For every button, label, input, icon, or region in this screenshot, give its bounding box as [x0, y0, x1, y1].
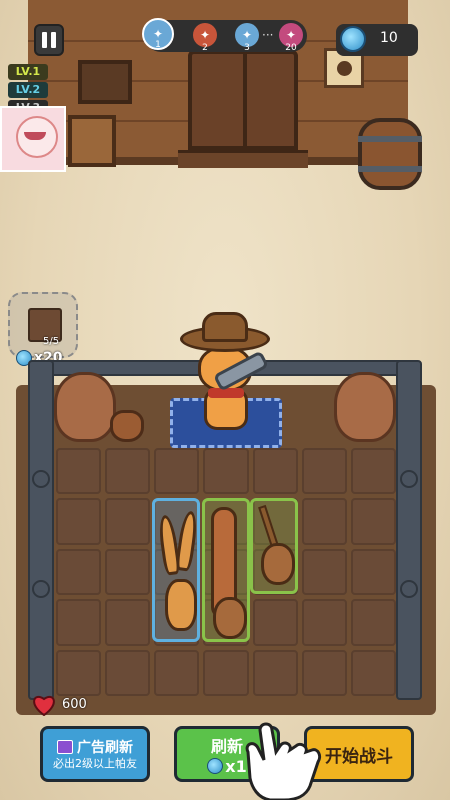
- wave-separator: ···: [262, 28, 274, 42]
- gem-icon: [207, 758, 224, 774]
- grid-cell[interactable]: [252, 599, 298, 646]
- wave-number: 20: [285, 43, 297, 53]
- start-battle-label: 开始战斗: [325, 746, 393, 767]
- grid-cell[interactable]: [105, 649, 151, 696]
- saloon-steps: [178, 150, 308, 168]
- bolt: [32, 470, 50, 488]
- gem-counter: 10: [336, 24, 418, 56]
- wave-number: 2: [202, 43, 208, 53]
- grid-cell[interactable]: [105, 548, 151, 596]
- grid-cell[interactable]: [56, 548, 102, 596]
- bird-icon: ✦ 3: [235, 23, 259, 53]
- wave-progress: ✦ 1 ✦ 2 ✦ 3 ··· ✦ 20: [142, 18, 307, 53]
- beaver-axe-unit[interactable]: [250, 498, 298, 594]
- game-scene: ✦1 ✦2 ✦3 ··· ✦20 10 LV.1 LV.2 LV.3 5/5 x…: [0, 0, 450, 800]
- grid-cell[interactable]: [350, 649, 396, 696]
- clay-pot: [110, 410, 144, 442]
- skull-boss-icon: ✦ 20: [279, 23, 303, 53]
- grid-cell[interactable]: [350, 448, 396, 495]
- video-ad-icon: [57, 740, 73, 754]
- gem-icon: [340, 26, 366, 52]
- grid-cell[interactable]: [350, 599, 396, 646]
- grid-cell[interactable]: [154, 649, 200, 696]
- pointer-hand-icon: [245, 722, 322, 800]
- grid-cell[interactable]: [56, 649, 102, 696]
- ad-refresh-title: 广告刷新: [77, 740, 133, 756]
- player-avatar[interactable]: [0, 106, 66, 172]
- gem-count: 10: [380, 30, 398, 46]
- grid-cell[interactable]: [301, 548, 347, 596]
- backpack-capacity: 5/5: [43, 336, 60, 347]
- pause-button[interactable]: [34, 24, 64, 56]
- grid-cell[interactable]: [301, 599, 347, 646]
- heart-icon: [33, 696, 55, 716]
- wave-number: 3: [244, 43, 250, 53]
- wagon-post-right: [396, 360, 422, 700]
- grid-cell[interactable]: [105, 599, 151, 646]
- saloon-door: [188, 50, 298, 150]
- boar-icon: ✦ 2: [193, 23, 217, 53]
- grid-cell[interactable]: [203, 448, 249, 495]
- level-badge: LV.2: [8, 82, 48, 98]
- level-badge: LV.1: [8, 64, 48, 80]
- grid-cell[interactable]: [154, 448, 200, 495]
- bolt: [32, 580, 50, 598]
- grid-cell[interactable]: [105, 448, 151, 495]
- wave-number: 1: [155, 40, 161, 50]
- fox-unit[interactable]: [152, 498, 200, 642]
- grid-cell[interactable]: [203, 649, 249, 696]
- money-sack: [54, 372, 116, 442]
- wagon-post-left: [28, 360, 54, 700]
- ad-refresh-button[interactable]: 广告刷新 必出2级以上帕友: [40, 726, 150, 782]
- backpack-slot[interactable]: 5/5: [8, 292, 78, 358]
- grid-cell[interactable]: [350, 548, 396, 596]
- ad-refresh-subtitle: 必出2级以上帕友: [53, 757, 137, 770]
- refresh-label: 刷新: [210, 736, 243, 756]
- grid-cell[interactable]: [56, 498, 102, 545]
- saloon-window: [78, 60, 132, 104]
- grid-cell[interactable]: [105, 498, 151, 545]
- bolt: [400, 470, 418, 488]
- grid-cell[interactable]: [301, 649, 347, 696]
- grid-cell[interactable]: [301, 498, 347, 545]
- barrel: [358, 118, 422, 190]
- grid-cell[interactable]: [252, 448, 298, 495]
- health-value: 600: [62, 697, 87, 712]
- grid-cell[interactable]: [252, 649, 298, 696]
- bolt: [400, 580, 418, 598]
- grid-cell[interactable]: [56, 448, 102, 495]
- grid-cell[interactable]: [350, 498, 396, 545]
- grid-cell[interactable]: [301, 448, 347, 495]
- bird-icon: ✦ 1: [142, 18, 174, 50]
- grid-cell[interactable]: [56, 599, 102, 646]
- money-sack: [334, 372, 396, 442]
- beaver-plank-unit[interactable]: [202, 498, 250, 642]
- wooden-crate: [68, 115, 116, 167]
